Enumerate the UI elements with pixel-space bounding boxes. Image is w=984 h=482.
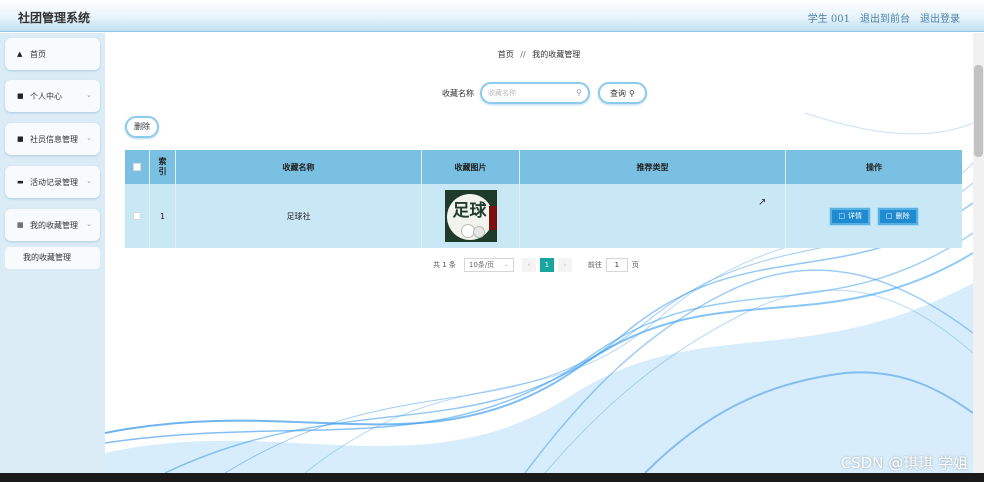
row-checkbox[interactable] <box>133 212 141 220</box>
favorites-table: 索引 收藏名称 收藏图片 推荐类型 操作 1 足球社 足球 □ 详情 □ 删除 <box>125 150 962 248</box>
top-header: 社团管理系统 学生 001 退出到前台 退出登录 <box>0 0 984 32</box>
sidebar-item-label: 我的收藏管理 <box>30 220 78 230</box>
sidebar-item-personal-center[interactable]: ■ 个人中心 ⌄ <box>5 80 100 112</box>
sidebar-item-my-favorites[interactable]: ▦ 我的收藏管理 ⌄ <box>5 209 100 241</box>
row-actions: □ 详情 □ 删除 <box>786 184 962 248</box>
app-title: 社团管理系统 <box>18 11 91 25</box>
goto-label: 前往 <box>587 261 602 269</box>
row-select-cell <box>125 184 150 248</box>
search-icon: ⚲ <box>576 88 582 97</box>
page-number-current[interactable]: 1 <box>539 258 554 272</box>
main-content: 首页 // 我的收藏管理 收藏名称 收藏名称 ⚲ 查询 ⚲ 删除 索引 收藏名称… <box>105 33 973 473</box>
search-icon: ⚲ <box>629 88 635 98</box>
col-header-name: 收藏名称 <box>176 150 422 184</box>
select-all-checkbox[interactable] <box>133 163 141 171</box>
query-button[interactable]: 查询 ⚲ <box>598 82 647 104</box>
row-type <box>520 184 786 248</box>
breadcrumb-home[interactable]: 首页 <box>498 50 514 59</box>
table-header-row: 索引 收藏名称 收藏图片 推荐类型 操作 <box>125 150 962 184</box>
scrollbar-thumb[interactable] <box>974 65 983 157</box>
row-delete-button[interactable]: □ 删除 <box>878 207 918 225</box>
breadcrumb-current: 我的收藏管理 <box>532 50 581 59</box>
search-row: 收藏名称 收藏名称 ⚲ 查询 ⚲ <box>442 82 647 104</box>
user-icon: ■ <box>17 135 24 143</box>
breadcrumb-separator: // <box>520 50 526 59</box>
detail-icon: □ <box>838 212 845 220</box>
chevron-down-icon: ⌄ <box>503 261 509 268</box>
sidebar-subitem-my-favorites[interactable]: 我的收藏管理 <box>5 247 100 269</box>
favorite-thumbnail[interactable]: 足球 <box>444 190 497 242</box>
chevron-down-icon: ⌄ <box>86 177 92 185</box>
col-header-type: 推荐类型 <box>520 150 786 184</box>
prev-page-button[interactable]: ‹ <box>521 258 536 272</box>
logout-link[interactable]: 退出登录 <box>920 10 960 25</box>
page-size-select[interactable]: 10条/页 ⌄ <box>463 258 514 272</box>
thumbnail-title: 足球 <box>452 201 487 221</box>
home-icon: ▲ <box>17 50 23 58</box>
query-button-label: 查询 <box>610 88 626 98</box>
page-word: 页 <box>631 261 639 269</box>
batch-delete-button[interactable]: 删除 <box>125 116 159 138</box>
bottom-strip <box>0 473 984 482</box>
breadcrumb: 首页 // 我的收藏管理 <box>105 49 973 60</box>
row-name: 足球社 <box>176 184 422 248</box>
row-image-cell: 足球 <box>422 184 520 248</box>
select-all-cell <box>125 150 150 184</box>
detail-button[interactable]: □ 详情 <box>830 207 870 225</box>
current-user: 学生 001 <box>807 14 850 25</box>
col-header-image: 收藏图片 <box>422 150 520 184</box>
pager-total: 共 1 条 <box>433 261 456 269</box>
sidebar: ▲ 首页 ■ 个人中心 ⌄ ■ 社员信息管理 ⌄ ▬ 活动记录管理 ⌄ ▦ 我的… <box>0 33 105 473</box>
mouse-cursor-icon: ↗ <box>758 197 767 208</box>
goto-page-input[interactable]: 1 <box>605 258 628 272</box>
chevron-down-icon: ⌄ <box>86 91 92 99</box>
search-label: 收藏名称 <box>442 88 474 98</box>
chevron-right-icon: › <box>563 261 567 269</box>
watermark: CSDN @琪琪 学姐 <box>840 454 968 472</box>
header-links: 学生 001 退出到前台 退出登录 <box>808 10 960 25</box>
back-to-front-link[interactable]: 退出到前台 <box>860 10 910 25</box>
list-icon: ▬ <box>17 178 24 186</box>
next-page-button[interactable]: › <box>557 258 572 272</box>
search-input[interactable]: 收藏名称 ⚲ <box>480 82 590 104</box>
user-icon: ■ <box>17 92 24 100</box>
sidebar-item-label: 首页 <box>30 49 46 59</box>
pagination: 共 1 条 10条/页 ⌄ ‹ 1 › 前往 1 页 <box>433 258 639 272</box>
chevron-down-icon: ⌄ <box>86 134 92 142</box>
grid-icon: ▦ <box>17 221 24 229</box>
sidebar-item-member-info[interactable]: ■ 社员信息管理 ⌄ <box>5 123 100 155</box>
ball-icon <box>472 226 485 238</box>
table-row: 1 足球社 足球 □ 详情 □ 删除 <box>125 184 962 248</box>
page-scrollbar[interactable] <box>973 33 984 473</box>
sidebar-item-label: 社员信息管理 <box>30 134 78 144</box>
row-index: 1 <box>150 184 176 248</box>
chevron-down-icon: ⌄ <box>86 220 92 228</box>
search-placeholder: 收藏名称 <box>488 89 516 97</box>
trash-icon: □ <box>886 212 893 220</box>
col-header-index: 索引 <box>150 150 176 184</box>
chevron-left-icon: ‹ <box>527 261 531 269</box>
sidebar-item-label: 个人中心 <box>30 91 62 101</box>
sidebar-item-activity-records[interactable]: ▬ 活动记录管理 ⌄ <box>5 166 100 198</box>
col-header-actions: 操作 <box>866 162 882 172</box>
sidebar-item-label: 活动记录管理 <box>30 177 78 187</box>
sidebar-item-home[interactable]: ▲ 首页 <box>5 38 100 70</box>
